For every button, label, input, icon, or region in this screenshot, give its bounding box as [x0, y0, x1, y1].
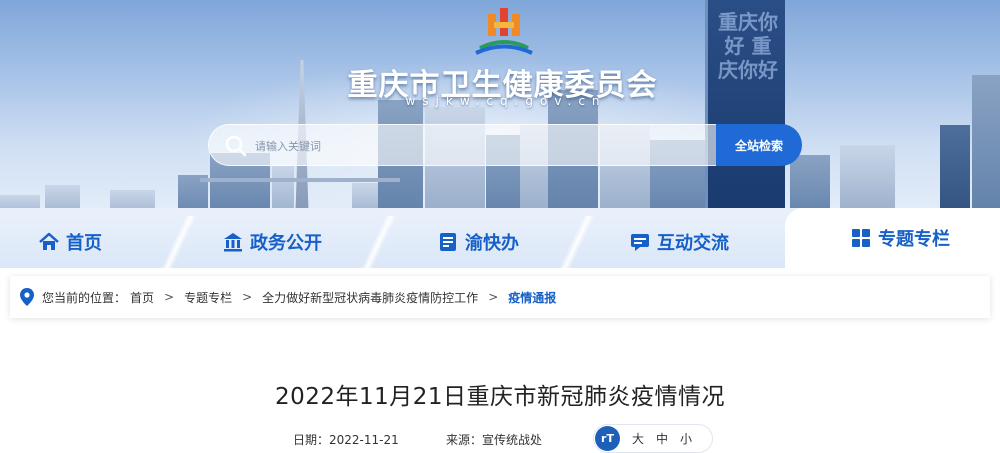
- breadcrumb-separator: >: [488, 290, 499, 304]
- font-size-icon: rT: [595, 426, 620, 451]
- header-banner: 重庆你好 重庆你好 重庆市卫生健康委员会 wsjkw.cq.gov.cn: [0, 0, 1000, 225]
- nav-item-label: 专题专栏: [878, 229, 950, 250]
- nav-divider: [560, 216, 594, 268]
- breadcrumb-separator: >: [164, 290, 175, 304]
- home-icon: [39, 232, 59, 250]
- breadcrumb-special-topics[interactable]: 专题专栏: [184, 289, 232, 306]
- nav-item-yukuaiban[interactable]: 渝快办: [437, 222, 519, 262]
- nav-item-home[interactable]: 首页: [38, 222, 102, 262]
- font-size-medium[interactable]: 中: [656, 430, 668, 447]
- main-nav: 首页 政务公开 渝快办 互动交流 专题专栏: [0, 208, 1000, 268]
- article-title: 2022年11月21日重庆市新冠肺炎疫情情况: [274, 384, 726, 410]
- font-size-small[interactable]: 小: [680, 430, 692, 447]
- font-size-large[interactable]: 大: [632, 430, 644, 447]
- search-input[interactable]: [255, 133, 695, 159]
- logo-emblem-icon: [475, 8, 533, 55]
- nav-divider: [162, 216, 196, 268]
- search-bar: [208, 124, 718, 166]
- nav-divider: [362, 216, 396, 268]
- nav-item-label: 首页: [66, 233, 102, 254]
- nav-item-interaction[interactable]: 互动交流: [629, 222, 729, 262]
- breadcrumb-prefix: 您当前的位置：: [42, 290, 127, 305]
- search-icon: [225, 135, 247, 157]
- article-source: 来源：宣传统战处: [446, 433, 543, 447]
- grid-icon: [852, 229, 870, 247]
- breadcrumb-epidemic-control[interactable]: 全力做好新型冠状病毒肺炎疫情防控工作: [262, 289, 478, 306]
- location-pin-icon: [20, 288, 34, 306]
- article-date: 日期：2022-11-21: [293, 433, 399, 447]
- breadcrumb-separator: >: [242, 290, 253, 304]
- nav-item-label: 互动交流: [657, 233, 729, 254]
- bridge-deck: [200, 178, 400, 182]
- nav-item-special-topics[interactable]: 专题专栏: [850, 218, 950, 258]
- font-size-switcher: rT 大 中 小: [593, 424, 713, 453]
- document-icon: [440, 233, 456, 251]
- site-domain: wsjkw.cq.gov.cn: [405, 94, 607, 108]
- breadcrumb: 您当前的位置： 首页 > 专题专栏 > 全力做好新型冠状病毒肺炎疫情防控工作 >…: [10, 276, 990, 318]
- nav-item-label: 政务公开: [250, 233, 322, 254]
- government-icon: [224, 233, 242, 252]
- site-logo[interactable]: [466, 2, 542, 58]
- nav-item-label: 渝快办: [465, 233, 519, 254]
- chat-icon: [631, 234, 649, 251]
- breadcrumb-current[interactable]: 疫情通报: [508, 289, 556, 306]
- search-button[interactable]: 全站检索: [716, 124, 802, 166]
- breadcrumb-home[interactable]: 首页: [130, 289, 154, 306]
- nav-item-government[interactable]: 政务公开: [222, 222, 322, 262]
